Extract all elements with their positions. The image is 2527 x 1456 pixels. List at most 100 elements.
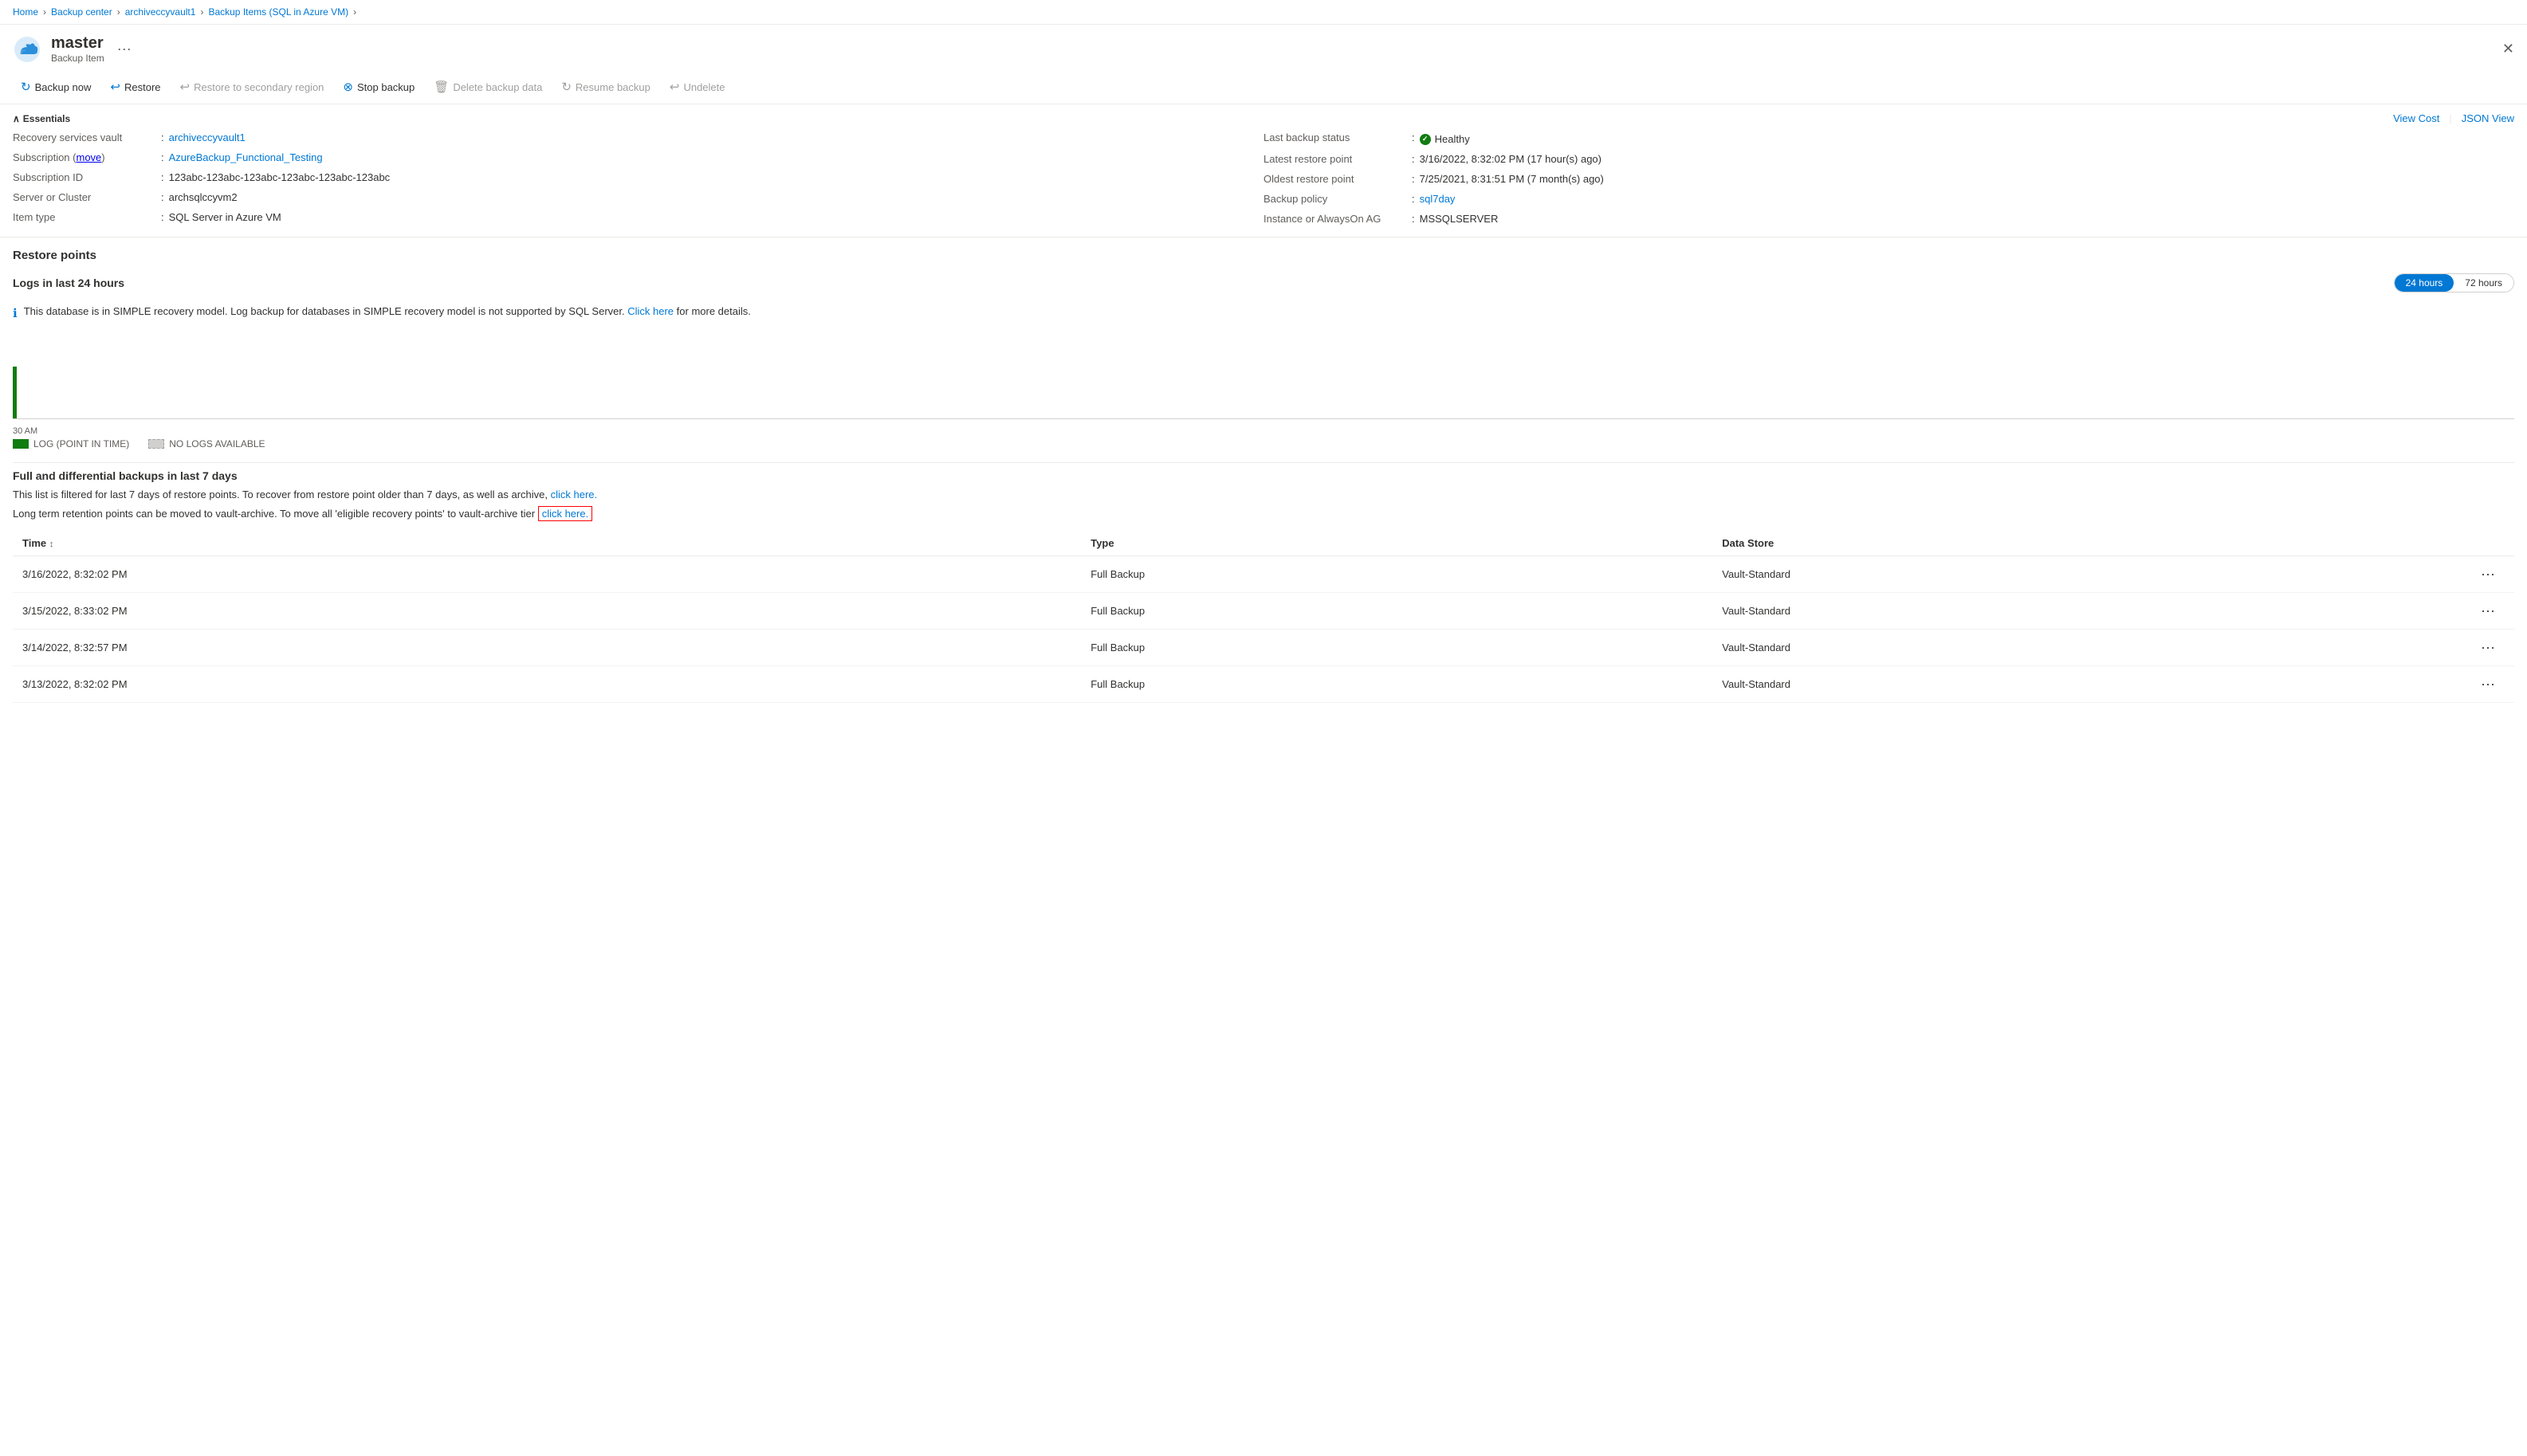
essentials-row-subscription: Subscription (move) : AzureBackup_Functi… (13, 149, 1264, 166)
legend-no-logs-label: NO LOGS AVAILABLE (169, 438, 265, 449)
click-here-log-link[interactable]: Click here (627, 305, 674, 317)
cell-more: ··· (2466, 666, 2514, 703)
cell-type: Full Backup (1081, 593, 1712, 630)
sort-icon-time[interactable]: ↕ (49, 540, 54, 549)
stop-backup-button[interactable]: ⊗ Stop backup (335, 75, 422, 99)
delete-backup-button[interactable]: 🗑 Delete backup data (426, 75, 550, 99)
toggle-24h-button[interactable]: 24 hours (2395, 274, 2454, 292)
page-subtitle: Backup Item (51, 53, 104, 64)
essentials-row-instance: Instance or AlwaysOn AG : MSSQLSERVER (1264, 210, 2514, 227)
cell-more: ··· (2466, 630, 2514, 666)
breadcrumb-vault[interactable]: archiveccyvault1 (125, 6, 196, 18)
subscription-label: Subscription (move) (13, 151, 156, 163)
policy-link[interactable]: sql7day (1420, 193, 1456, 205)
full-backups-section: Full and differential backups in last 7 … (0, 462, 2527, 703)
full-backups-title: Full and differential backups in last 7 … (13, 462, 2514, 487)
table-row: 3/14/2022, 8:32:57 PM Full Backup Vault-… (13, 630, 2514, 666)
backup-now-icon: ↻ (21, 80, 31, 94)
chart-legend: LOG (POINT IN TIME) NO LOGS AVAILABLE (0, 419, 2527, 456)
header-text-group: master Backup Item (51, 34, 104, 64)
cell-datastore: Vault-Standard (1712, 556, 2466, 593)
toolbar: ↻ Backup now ↩ Restore ↩ Restore to seco… (0, 70, 2527, 104)
close-button[interactable]: ✕ (2502, 41, 2514, 57)
essentials-row-server: Server or Cluster : archsqlccyvm2 (13, 189, 1264, 206)
restore-secondary-button[interactable]: ↩ Restore to secondary region (172, 75, 332, 99)
breadcrumb-sep-3: › (200, 6, 203, 18)
item-type-label: Item type (13, 211, 156, 223)
breadcrumb: Home › Backup center › archiveccyvault1 … (0, 0, 2527, 25)
cell-more: ··· (2466, 556, 2514, 593)
breadcrumb-sep-2: › (117, 6, 120, 18)
toggle-72h-button[interactable]: 72 hours (2454, 274, 2513, 292)
row-more-button[interactable]: ··· (2476, 674, 2500, 694)
item-type-value: SQL Server in Azure VM (169, 211, 281, 223)
restore-secondary-label: Restore to secondary region (194, 81, 324, 93)
subscription-value: AzureBackup_Functional_Testing (169, 151, 323, 163)
legend-log-icon (13, 439, 29, 449)
cell-time: 3/15/2022, 8:33:02 PM (13, 593, 1081, 630)
logs-time-toggle: 24 hours 72 hours (2394, 273, 2514, 292)
restore-points-title: Restore points (0, 237, 2527, 267)
essentials-row-backup-status: Last backup status : Healthy (1264, 129, 2514, 147)
essentials-right-column: Last backup status : Healthy Latest rest… (1264, 129, 2514, 227)
backup-status-value: Healthy (1420, 133, 1470, 145)
restore-button[interactable]: ↩ Restore (102, 75, 168, 99)
vault-label: Recovery services vault (13, 131, 156, 143)
breadcrumb-sep-1: › (43, 6, 46, 18)
breadcrumb-backup-items[interactable]: Backup Items (SQL in Azure VM) (208, 6, 348, 18)
resume-backup-button[interactable]: ↻ Resume backup (553, 75, 658, 99)
essentials-title: Essentials (23, 113, 70, 124)
breadcrumb-home[interactable]: Home (13, 6, 38, 18)
delete-backup-icon: 🗑 (434, 80, 449, 94)
move-link[interactable]: move (76, 151, 101, 163)
cell-more: ··· (2466, 593, 2514, 630)
logs-header: Logs in last 24 hours 24 hours 72 hours (0, 267, 2527, 299)
subscription-link[interactable]: AzureBackup_Functional_Testing (169, 151, 323, 163)
delete-backup-label: Delete backup data (453, 81, 542, 93)
server-value: archsqlccyvm2 (169, 191, 238, 203)
col-time: Time ↕ (13, 531, 1081, 556)
vault-value: archiveccyvault1 (169, 131, 246, 143)
essentials-row-sub-id: Subscription ID : 123abc-123abc-123abc-1… (13, 169, 1264, 186)
row-more-button[interactable]: ··· (2476, 638, 2500, 657)
logs-title: Logs in last 24 hours (13, 277, 124, 289)
table-header-row: Time ↕ Type Data Store (13, 531, 2514, 556)
view-cost-link[interactable]: View Cost (2393, 112, 2439, 124)
essentials-left-column: Recovery services vault : archiveccyvaul… (13, 129, 1264, 227)
policy-value: sql7day (1420, 193, 1456, 205)
info-icon: ℹ (13, 306, 18, 320)
cell-datastore: Vault-Standard (1712, 630, 2466, 666)
restore-label: Restore (124, 81, 161, 93)
essentials-toggle[interactable]: ∧ Essentials (13, 113, 70, 124)
filter-click-here-link[interactable]: click here. (551, 489, 598, 500)
undelete-label: Undelete (683, 81, 725, 93)
vault-link[interactable]: archiveccyvault1 (169, 131, 246, 143)
sub-id-value: 123abc-123abc-123abc-123abc-123abc-123ab… (169, 171, 391, 183)
undelete-button[interactable]: ↩ Undelete (662, 75, 733, 99)
sub-id-label: Subscription ID (13, 171, 156, 183)
backups-table: Time ↕ Type Data Store 3/16/2022, 8:32:0… (13, 531, 2514, 703)
info-bar: ℹ This database is in SIMPLE recovery mo… (0, 299, 2527, 327)
essentials-actions: View Cost | JSON View (2393, 112, 2514, 124)
more-options-button[interactable]: ··· (117, 41, 132, 57)
breadcrumb-backup-center[interactable]: Backup center (51, 6, 112, 18)
col-type: Type (1081, 531, 1712, 556)
resume-backup-label: Resume backup (576, 81, 650, 93)
essentials-row-policy: Backup policy : sql7day (1264, 190, 2514, 207)
breadcrumb-sep-4: › (353, 6, 356, 18)
server-label: Server or Cluster (13, 191, 156, 203)
cell-datastore: Vault-Standard (1712, 593, 2466, 630)
info-text: This database is in SIMPLE recovery mode… (24, 305, 751, 317)
retention-click-here-link[interactable]: click here. (538, 506, 593, 521)
row-more-button[interactable]: ··· (2476, 601, 2500, 621)
chart-time-label: 30 AM (13, 426, 37, 436)
retention-note: Long term retention points can be moved … (13, 506, 2514, 522)
json-view-link[interactable]: JSON View (2462, 112, 2514, 124)
cell-type: Full Backup (1081, 556, 1712, 593)
cell-time: 3/14/2022, 8:32:57 PM (13, 630, 1081, 666)
backup-now-button[interactable]: ↻ Backup now (13, 75, 99, 99)
resume-backup-icon: ↻ (561, 80, 572, 94)
latest-restore-label: Latest restore point (1264, 153, 1407, 165)
log-chart-bar (13, 367, 17, 418)
row-more-button[interactable]: ··· (2476, 564, 2500, 584)
